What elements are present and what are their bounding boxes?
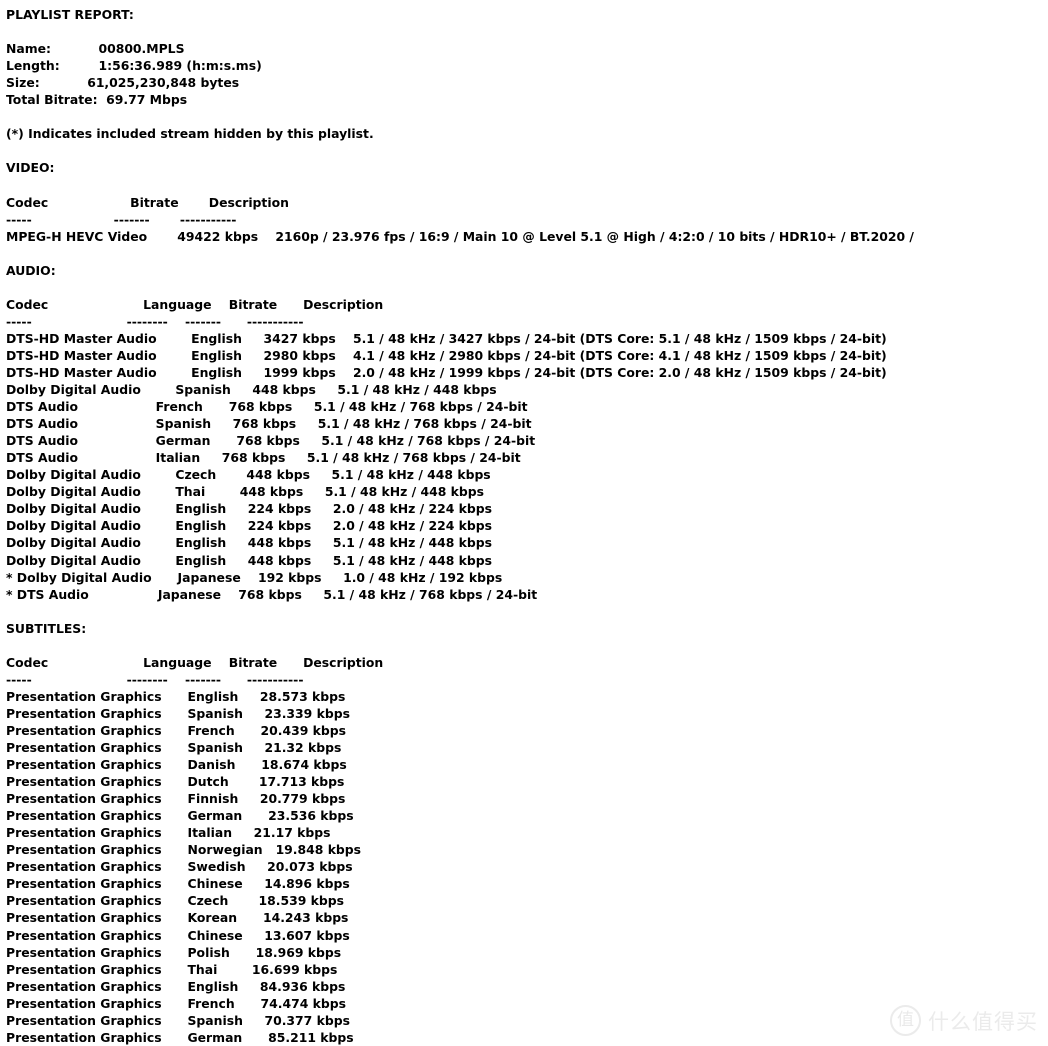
summary-name: Name: 00800.MPLS	[6, 41, 185, 57]
subtitle-stream-row: Presentation Graphics Chinese 13.607 kbp…	[6, 927, 350, 943]
audio-stream-row: Dolby Digital Audio English 224 kbps 2.0…	[6, 501, 493, 517]
audio-stream-row: Dolby Digital Audio Thai 448 kbps 5.1 / …	[6, 484, 485, 500]
video-column-rules: ----- ------- -----------	[6, 211, 237, 227]
subtitle-stream-row: Presentation Graphics English 84.936 kbp…	[6, 978, 346, 994]
subtitles-column-rules: ----- -------- ------- -----------	[6, 671, 304, 687]
audio-stream-row: DTS Audio French 768 kbps 5.1 / 48 kHz /…	[6, 399, 528, 415]
playlist-report: PLAYLIST REPORT: Name: 00800.MPLS Length:…	[0, 0, 1048, 1046]
subtitle-stream-row: Presentation Graphics Thai 16.699 kbps	[6, 961, 338, 977]
subtitle-stream-row: Presentation Graphics German 85.211 kbps	[6, 1029, 354, 1045]
subtitle-stream-row: Presentation Graphics German 23.536 kbps	[6, 808, 354, 824]
video-column-headers: Codec Bitrate Description	[6, 194, 289, 210]
audio-stream-row: Dolby Digital Audio English 448 kbps 5.1…	[6, 535, 493, 551]
audio-section-heading: AUDIO:	[6, 262, 56, 278]
subtitle-stream-row: Presentation Graphics French 20.439 kbps	[6, 722, 347, 738]
subtitle-stream-row: Presentation Graphics Danish 18.674 kbps	[6, 757, 347, 773]
audio-stream-row: Dolby Digital Audio English 448 kbps 5.1…	[6, 552, 493, 568]
summary-length: Length: 1:56:36.989 (h:m:s.ms)	[6, 58, 262, 74]
subtitle-stream-row: Presentation Graphics Finnish 20.779 kbp…	[6, 791, 346, 807]
audio-stream-row: Dolby Digital Audio English 224 kbps 2.0…	[6, 518, 493, 534]
subtitle-stream-row: Presentation Graphics Spanish 70.377 kbp…	[6, 1012, 350, 1028]
subtitle-stream-row: Presentation Graphics Spanish 21.32 kbps	[6, 740, 342, 756]
subtitles-column-headers: Codec Language Bitrate Description	[6, 654, 384, 670]
audio-stream-row: * Dolby Digital Audio Japanese 192 kbps …	[6, 569, 503, 585]
subtitle-stream-row: Presentation Graphics Chinese 14.896 kbp…	[6, 876, 350, 892]
audio-stream-row: Dolby Digital Audio Czech 448 kbps 5.1 /…	[6, 467, 491, 483]
subtitle-stream-row: Presentation Graphics Czech 18.539 kbps	[6, 893, 345, 909]
audio-stream-row: DTS-HD Master Audio English 1999 kbps 2.…	[6, 364, 887, 380]
subtitles-section-heading: SUBTITLES:	[6, 620, 87, 636]
audio-stream-row: DTS-HD Master Audio English 2980 kbps 4.…	[6, 347, 887, 363]
audio-stream-row: DTS Audio German 768 kbps 5.1 / 48 kHz /…	[6, 433, 536, 449]
audio-stream-row: DTS Audio Spanish 768 kbps 5.1 / 48 kHz …	[6, 416, 532, 432]
subtitle-stream-row: Presentation Graphics Dutch 17.713 kbps	[6, 774, 345, 790]
audio-column-rules: ----- -------- ------- -----------	[6, 313, 304, 329]
summary-size: Size: 61,025,230,848 bytes	[6, 75, 240, 91]
audio-column-headers: Codec Language Bitrate Description	[6, 296, 384, 312]
audio-stream-row: * DTS Audio Japanese 768 kbps 5.1 / 48 k…	[6, 586, 538, 602]
subtitle-stream-row: Presentation Graphics Korean 14.243 kbps	[6, 910, 349, 926]
video-stream-row: MPEG-H HEVC Video 49422 kbps 2160p / 23.…	[6, 228, 914, 244]
subtitle-stream-row: Presentation Graphics French 74.474 kbps	[6, 995, 347, 1011]
subtitle-stream-row: Presentation Graphics English 28.573 kbp…	[6, 688, 346, 704]
subtitle-stream-row: Presentation Graphics Swedish 20.073 kbp…	[6, 859, 353, 875]
audio-stream-row: DTS Audio Italian 768 kbps 5.1 / 48 kHz …	[6, 450, 521, 466]
subtitle-stream-row: Presentation Graphics Polish 18.969 kbps	[6, 944, 342, 960]
subtitle-stream-row: Presentation Graphics Spanish 23.339 kbp…	[6, 705, 350, 721]
report-title: PLAYLIST REPORT:	[6, 7, 134, 22]
audio-stream-row: Dolby Digital Audio Spanish 448 kbps 5.1…	[6, 382, 497, 398]
subtitle-stream-row: Presentation Graphics Norwegian 19.848 k…	[6, 842, 362, 858]
audio-stream-row: DTS-HD Master Audio English 3427 kbps 5.…	[6, 330, 887, 346]
subtitle-stream-row: Presentation Graphics Italian 21.17 kbps	[6, 825, 331, 841]
summary-total-bitrate: Total Bitrate: 69.77 Mbps	[6, 92, 188, 108]
video-section-heading: VIDEO:	[6, 160, 55, 176]
hidden-stream-footnote: (*) Indicates included stream hidden by …	[6, 126, 374, 142]
